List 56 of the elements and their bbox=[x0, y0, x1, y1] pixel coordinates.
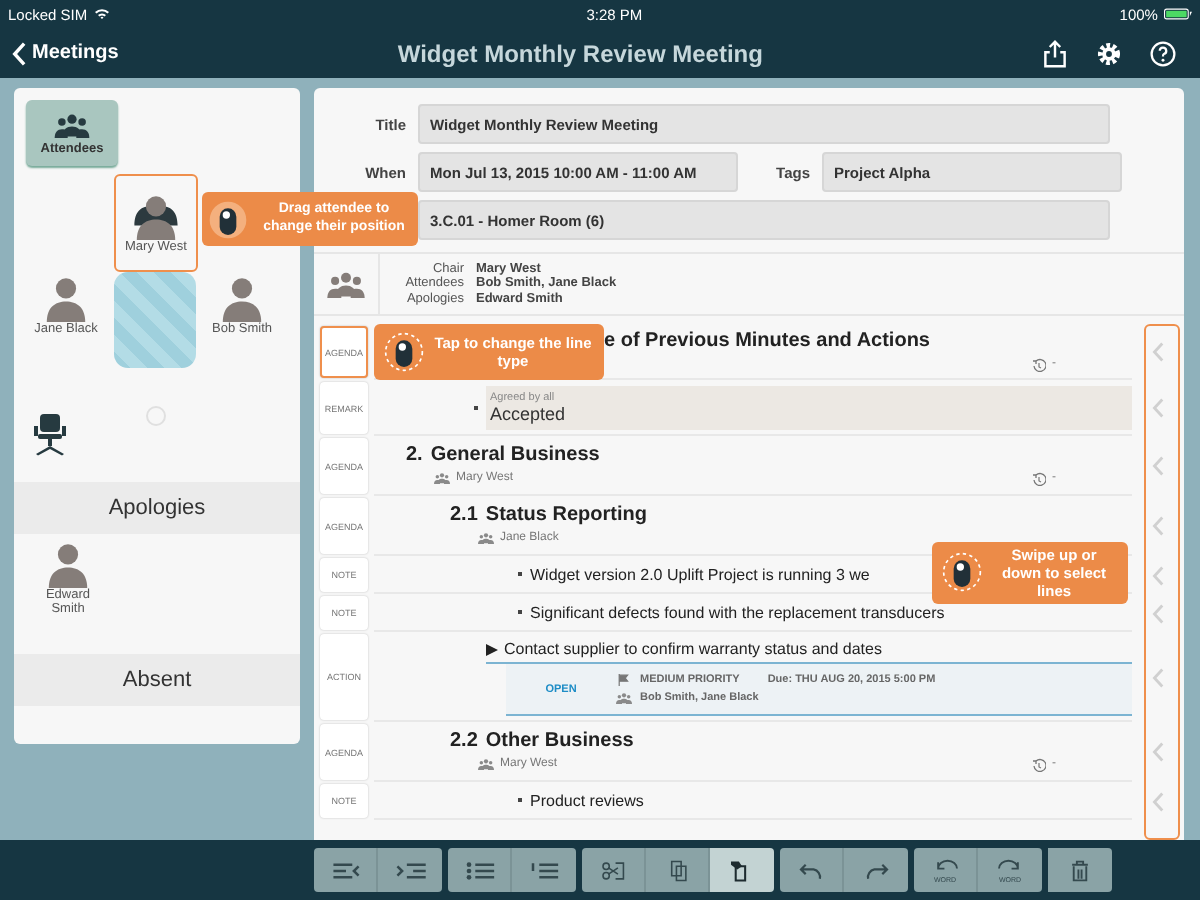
agenda-title: e of Previous Minutes and Actions bbox=[604, 329, 930, 351]
chair-person-icon bbox=[132, 192, 180, 240]
people-icon bbox=[616, 692, 632, 704]
copy-button[interactable] bbox=[646, 848, 710, 892]
settings-icon[interactable] bbox=[1096, 39, 1122, 67]
bullets-button[interactable] bbox=[448, 848, 512, 892]
undo-icon bbox=[795, 859, 827, 881]
cut-icon bbox=[597, 859, 629, 881]
numbers-icon bbox=[528, 859, 560, 881]
note-text: Significant defects found with the replacement transducers bbox=[530, 603, 945, 621]
person-icon bbox=[42, 274, 90, 322]
action-text: Contact supplier to confirm warranty status and dates bbox=[504, 640, 882, 658]
people-icon bbox=[54, 111, 90, 137]
flag-icon bbox=[616, 674, 632, 686]
timer-icon bbox=[1032, 471, 1046, 485]
note-text: Widget version 2.0 Uplift Project is running 3 we bbox=[530, 565, 870, 583]
paste-button[interactable] bbox=[710, 848, 774, 892]
people-icon bbox=[478, 758, 494, 770]
person-icon bbox=[218, 274, 266, 322]
bullets-icon bbox=[463, 859, 495, 881]
chevron-left-icon bbox=[12, 41, 26, 65]
agenda-title: Other Business bbox=[485, 729, 634, 751]
wifi-icon bbox=[93, 8, 110, 20]
finger-touch-icon bbox=[384, 331, 424, 371]
indent-button[interactable] bbox=[378, 848, 442, 892]
finger-touch-icon bbox=[942, 552, 982, 592]
cut-button[interactable] bbox=[582, 848, 646, 892]
office-chair-icon bbox=[34, 412, 66, 456]
item-number: 2.1 bbox=[450, 503, 478, 525]
absent-header: Absent bbox=[14, 654, 300, 706]
timer-icon bbox=[1032, 357, 1046, 371]
person-icon bbox=[44, 540, 92, 588]
share-icon[interactable] bbox=[1042, 39, 1068, 67]
apologies-header: Apologies bbox=[14, 482, 300, 534]
help-icon[interactable] bbox=[1150, 39, 1176, 67]
note-text: Product reviews bbox=[530, 791, 644, 809]
item-number: 2. bbox=[406, 443, 423, 465]
agenda-title: General Business bbox=[430, 443, 600, 465]
remark-text: Accepted bbox=[490, 403, 568, 423]
agenda-title: Status Reporting bbox=[485, 503, 647, 525]
battery-icon bbox=[1163, 8, 1192, 20]
indent-icon bbox=[394, 859, 426, 881]
outdent-icon bbox=[329, 859, 361, 881]
finger-touch-icon bbox=[208, 199, 248, 239]
delete-button[interactable] bbox=[1048, 848, 1112, 892]
back-button[interactable]: Meetings bbox=[12, 41, 119, 65]
timer-icon bbox=[1032, 757, 1046, 771]
numbers-button[interactable] bbox=[512, 848, 576, 892]
item-number: 2.2 bbox=[450, 729, 478, 751]
meeting-title: Widget Monthly Review Meeting bbox=[395, 39, 765, 67]
meeting-table bbox=[114, 272, 196, 368]
people-icon bbox=[478, 532, 494, 544]
people-icon bbox=[434, 472, 450, 484]
redo-button[interactable] bbox=[844, 848, 908, 892]
triangle-right-icon bbox=[486, 643, 498, 655]
outdent-button[interactable] bbox=[314, 848, 378, 892]
